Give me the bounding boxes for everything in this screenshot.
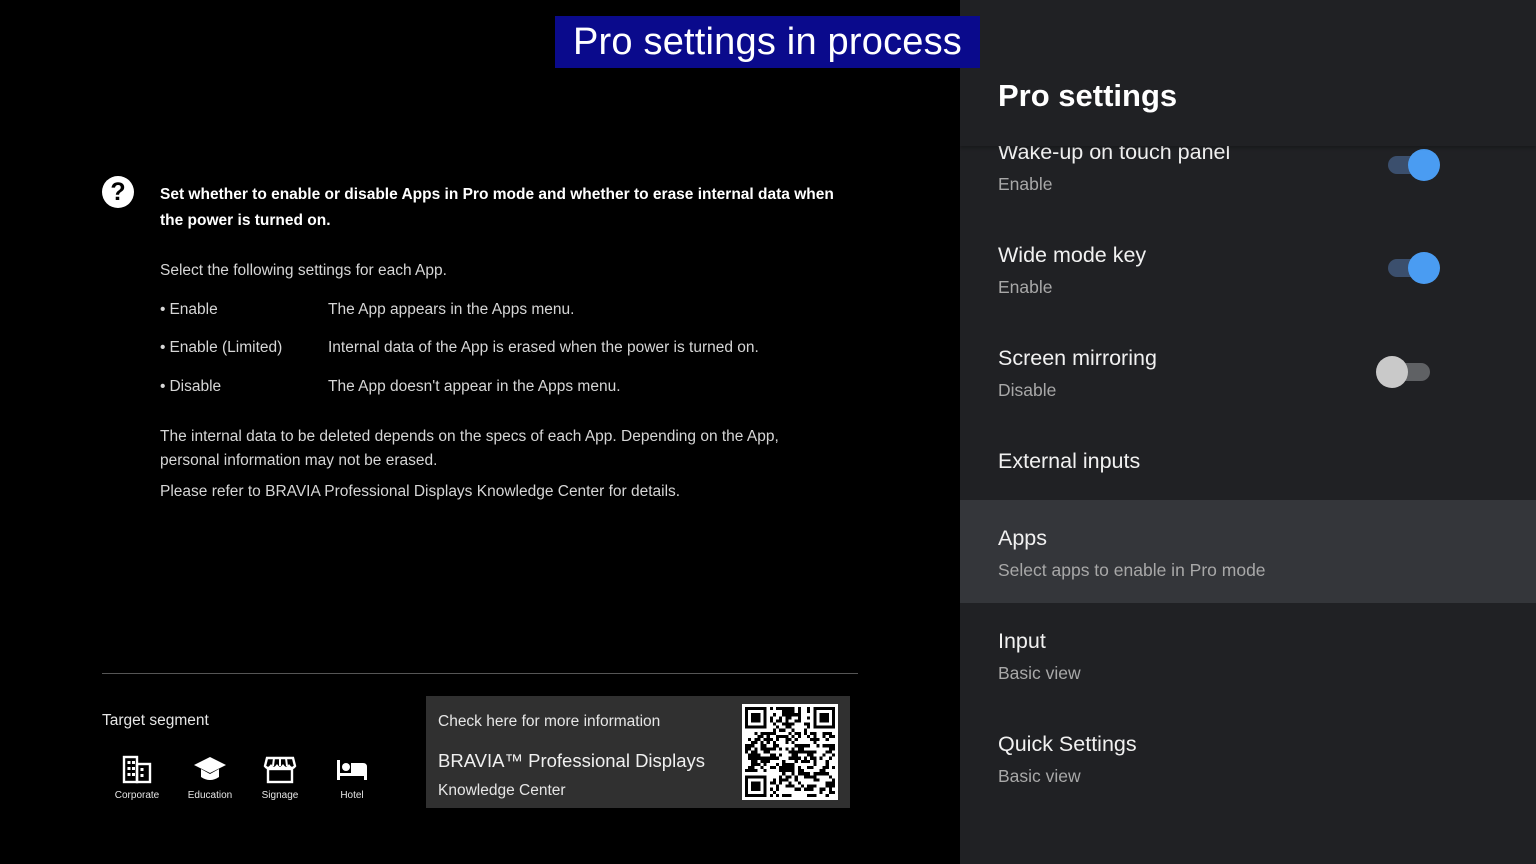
segment-label: Education: [187, 790, 233, 801]
setting-title: External inputs: [998, 449, 1141, 473]
question-icon: ?: [102, 176, 134, 208]
wake-up-toggle[interactable]: [1388, 146, 1440, 182]
target-segment-label: Target segment: [102, 712, 209, 729]
setting-subtitle: Enable: [998, 277, 1053, 297]
bullet: •: [160, 339, 166, 356]
segment-hotel: Hotel: [312, 752, 392, 801]
setting-title: Quick Settings: [998, 732, 1137, 756]
more-info-text: Check here for more information: [438, 713, 661, 730]
help-note-refer: Please refer to BRAVIA Professional Disp…: [160, 483, 681, 500]
building-icon: [122, 755, 152, 784]
storefront-icon: [263, 756, 297, 784]
wide-mode-toggle[interactable]: [1388, 249, 1440, 285]
setting-apps[interactable]: Apps Select apps to enable in Pro mode: [960, 500, 1536, 603]
bullet: •: [160, 378, 166, 395]
segment-corporate: Corporate: [97, 752, 177, 801]
option-name: Enable (Limited): [169, 339, 283, 356]
option-row: • Enable The App appears in the Apps menu…: [160, 301, 574, 319]
status-banner: Pro settings in process: [555, 16, 980, 68]
brand-name: BRAVIA™ Professional Displays: [438, 750, 705, 771]
help-note-data: The internal data to be deleted depends …: [160, 428, 779, 469]
setting-quick-settings[interactable]: Quick Settings Basic view: [960, 706, 1536, 809]
pro-settings-panel: Pro settings Wake-up on touch panel Enab…: [960, 0, 1536, 864]
option-desc: Internal data of the App is erased when …: [328, 339, 759, 356]
segment-label: Hotel: [340, 790, 364, 801]
divider: [102, 673, 858, 674]
setting-title: Apps: [998, 526, 1048, 550]
setting-external-inputs[interactable]: External inputs: [960, 397, 1536, 500]
bullet: •: [160, 301, 166, 318]
segment-signage: Signage: [240, 752, 320, 801]
option-desc: The App doesn't appear in the Apps menu.: [328, 378, 621, 395]
setting-wide-mode-key[interactable]: Wide mode key Enable: [960, 234, 1536, 337]
panel-title: Pro settings: [998, 78, 1178, 113]
more-info-box: Check here for more information BRAVIA™ …: [426, 696, 850, 808]
option-name: Enable: [169, 301, 218, 318]
option-row: • Disable The App doesn't appear in the A…: [160, 378, 621, 396]
segment-education: Education: [170, 752, 250, 801]
setting-subtitle: Basic view: [998, 663, 1081, 683]
option-desc: The App appears in the Apps menu.: [328, 301, 575, 318]
setting-title: Wide mode key: [998, 243, 1147, 267]
qr-code-icon: [742, 704, 838, 800]
setting-subtitle: Enable: [998, 174, 1053, 194]
banner-text: Pro settings in process: [573, 20, 962, 63]
setting-title: Input: [998, 629, 1046, 653]
help-intro: Select the following settings for each A…: [160, 262, 447, 279]
segment-label: Corporate: [114, 790, 160, 801]
help-title: Set whether to enable or disable Apps in…: [160, 186, 834, 229]
option-row: • Enable (Limited) Internal data of the A…: [160, 339, 759, 357]
setting-input[interactable]: Input Basic view: [960, 603, 1536, 706]
screen-mirroring-toggle[interactable]: [1376, 353, 1430, 389]
bed-icon: [337, 760, 367, 780]
setting-subtitle: Basic view: [998, 766, 1081, 786]
graduation-cap-icon: [194, 757, 226, 780]
knowledge-center: Knowledge Center: [438, 782, 566, 799]
setting-subtitle: Select apps to enable in Pro mode: [998, 560, 1266, 580]
panel-header: Pro settings: [960, 0, 1536, 146]
setting-title: Screen mirroring: [998, 346, 1157, 370]
option-name: Disable: [169, 378, 222, 395]
segment-label: Signage: [261, 790, 299, 801]
